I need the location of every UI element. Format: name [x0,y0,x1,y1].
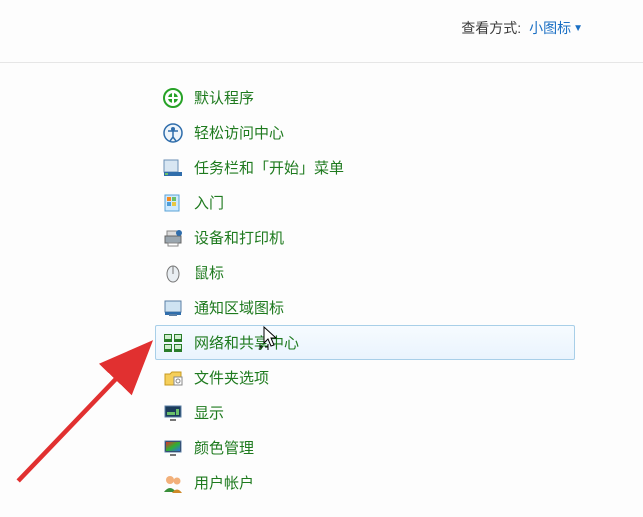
folder-options-icon [162,367,184,389]
getting-started-icon [162,192,184,214]
item-ease-of-access[interactable]: 轻松访问中心 [155,115,575,150]
item-default-programs[interactable]: 默认程序 [155,80,575,115]
item-label: 显示 [194,402,224,423]
item-network-sharing[interactable]: 网络和共享中心 [155,325,575,360]
item-taskbar-startmenu[interactable]: 任务栏和「开始」菜单 [155,150,575,185]
view-mode-toolbar: 查看方式: 小图标 ▼ [461,18,583,38]
view-mode-value: 小图标 [529,18,571,38]
header-divider [0,62,643,63]
view-mode-link[interactable]: 小图标 ▼ [529,18,583,38]
item-label: 轻松访问中心 [194,122,284,143]
item-notification-icons[interactable]: 通知区域图标 [155,290,575,325]
item-label: 网络和共享中心 [194,332,299,353]
network-sharing-icon [162,332,184,354]
item-label: 通知区域图标 [194,297,284,318]
item-label: 设备和打印机 [194,227,284,248]
control-panel-items: 默认程序 轻松访问中心 任务栏和「开始」菜单 入门 设备和打印机 鼠标 [155,80,575,500]
taskbar-icon [162,157,184,179]
item-display[interactable]: 显示 [155,395,575,430]
chevron-down-icon: ▼ [573,23,583,34]
item-user-accounts[interactable]: 用户帐户 [155,465,575,500]
display-icon [162,402,184,424]
item-mouse[interactable]: 鼠标 [155,255,575,290]
item-label: 颜色管理 [194,437,254,458]
item-label: 任务栏和「开始」菜单 [194,157,344,178]
item-color-management[interactable]: 颜色管理 [155,430,575,465]
devices-printers-icon [162,227,184,249]
item-getting-started[interactable]: 入门 [155,185,575,220]
item-label: 文件夹选项 [194,367,269,388]
notification-icons-icon [162,297,184,319]
mouse-icon [162,262,184,284]
color-management-icon [162,437,184,459]
item-label: 用户帐户 [194,472,254,493]
item-label: 默认程序 [194,87,254,108]
item-devices-printers[interactable]: 设备和打印机 [155,220,575,255]
ease-of-access-icon [162,122,184,144]
view-mode-label: 查看方式: [461,18,521,38]
item-folder-options[interactable]: 文件夹选项 [155,360,575,395]
default-programs-icon [162,87,184,109]
item-label: 入门 [194,192,224,213]
item-label: 鼠标 [194,262,224,283]
user-accounts-icon [162,472,184,494]
